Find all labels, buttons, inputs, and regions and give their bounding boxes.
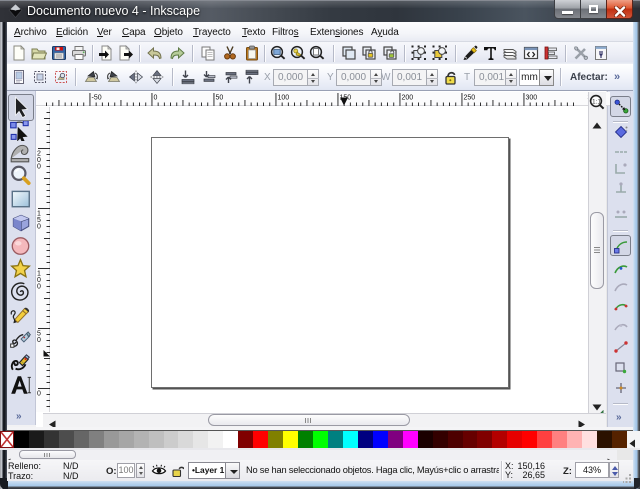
svg-text:0: 0 (37, 223, 41, 230)
svg-text:0: 0 (37, 337, 41, 344)
svg-text:0: 0 (37, 283, 41, 290)
svg-text:0: 0 (37, 391, 41, 398)
svg-text:50: 50 (216, 95, 224, 102)
svg-text:200: 200 (402, 95, 414, 102)
svg-text:0: 0 (37, 163, 41, 170)
svg-text:100: 100 (278, 95, 290, 102)
svg-text:0: 0 (154, 95, 158, 102)
svg-text:1:1: 1:1 (592, 99, 601, 106)
svg-text:250: 250 (464, 95, 476, 102)
svg-text:-50: -50 (92, 95, 102, 102)
svg-text:300: 300 (526, 95, 538, 102)
